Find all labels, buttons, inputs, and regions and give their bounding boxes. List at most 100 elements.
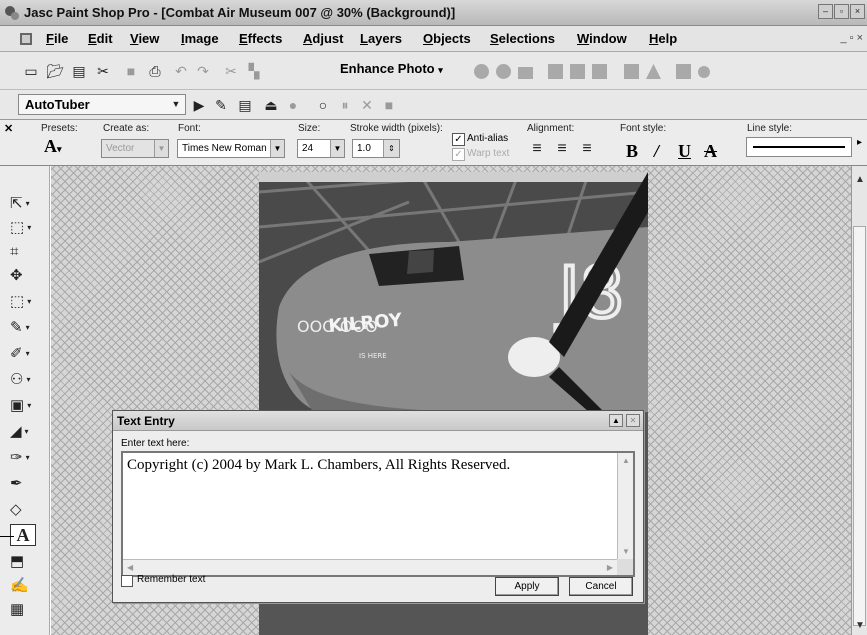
eraser-tool[interactable]: ✒ <box>10 472 40 494</box>
chevron-down-icon: ▼ <box>171 99 181 109</box>
stroke-width-field[interactable]: 1.0 ⇕ <box>352 139 400 158</box>
menu-image[interactable]: Image <box>181 31 219 46</box>
fade-icon[interactable] <box>646 64 661 79</box>
color-balance-icon[interactable] <box>496 64 511 79</box>
text-horizontal-scrollbar[interactable]: ◀ ▶ <box>123 559 617 575</box>
align-left-icon[interactable]: ≡ <box>528 140 546 158</box>
one-step-fix-icon[interactable] <box>474 64 489 79</box>
minimize-button[interactable]: – <box>818 4 833 19</box>
create-as-select[interactable]: Vector ▼ <box>101 139 169 158</box>
pause-icon[interactable]: ⏸ <box>336 96 354 114</box>
clarify-icon[interactable] <box>592 64 607 79</box>
size-select[interactable]: 24 ▼ <box>297 139 345 158</box>
text-entry-field[interactable]: Copyright (c) 2004 by Mark L. Chambers, … <box>121 451 635 577</box>
clone-tool[interactable]: ⚇ ▾ <box>10 368 40 390</box>
text-vertical-scrollbar[interactable]: ▲ ▼ <box>617 453 633 559</box>
scroll-left-icon[interactable]: ◀ <box>127 563 133 572</box>
menu-edit[interactable]: Edit <box>88 31 113 46</box>
edit-script-icon[interactable]: ✎ <box>212 96 230 114</box>
apply-button[interactable]: Apply <box>495 577 559 596</box>
move-tool[interactable]: ✥ <box>10 264 40 286</box>
dialog-minimize-button[interactable]: ▲ <box>609 414 623 427</box>
crop-tool[interactable]: ⌗ <box>10 240 40 262</box>
text-tool[interactable]: A <box>10 524 36 546</box>
menu-adjust[interactable]: Adjust <box>303 31 343 46</box>
marquee-tool[interactable]: ⬚ ▾ <box>10 290 40 312</box>
red-eye-icon[interactable] <box>698 66 710 78</box>
smudge-tool[interactable]: ✑ ▾ <box>10 446 40 468</box>
script-select[interactable]: AutoTuber ▼ <box>18 94 186 115</box>
selection-tool[interactable]: ⬚ ▾ <box>10 216 40 238</box>
copy-icon[interactable]: ▚ <box>245 62 263 80</box>
picture-tube-tool[interactable]: ▦ <box>10 598 40 620</box>
line-style-select[interactable] <box>746 137 852 157</box>
align-right-icon[interactable]: ≡ <box>578 140 596 158</box>
document-window-controls[interactable]: _ ▫ × <box>840 32 863 44</box>
enhance-photo-menu[interactable]: Enhance Photo ▾ <box>340 61 443 76</box>
contrast-icon[interactable] <box>518 67 533 79</box>
record-icon[interactable]: ● <box>284 96 302 114</box>
scroll-down-icon[interactable]: ▼ <box>855 620 865 631</box>
replacer-tool[interactable]: ▣ ▾ <box>10 394 40 416</box>
new-icon[interactable]: ▭ <box>22 62 40 80</box>
saturation-icon[interactable] <box>570 64 585 79</box>
chevron-right-icon[interactable]: ▸ <box>857 137 862 148</box>
shape-tool[interactable]: ⬒ <box>10 550 40 572</box>
cut-icon[interactable]: ✂ <box>222 62 240 80</box>
artifact-icon[interactable] <box>676 64 691 79</box>
maximize-button[interactable]: ▫ <box>834 4 849 19</box>
remember-text-checkbox[interactable] <box>121 575 133 587</box>
scrollbar-thumb[interactable] <box>853 226 866 626</box>
align-center-icon[interactable]: ≡ <box>553 140 571 158</box>
dodge-tool[interactable]: ◢ ▾ <box>10 420 40 442</box>
pen-tool[interactable]: ✍ <box>10 574 40 596</box>
dialog-close-button[interactable]: ✕ <box>626 414 640 427</box>
script-toggle-icon[interactable]: ▤ <box>236 96 254 114</box>
pick-tool[interactable]: ⇱ ▾ <box>10 192 40 214</box>
document-icon[interactable] <box>18 31 34 47</box>
strikethrough-button[interactable]: A <box>704 141 717 162</box>
menu-file[interactable]: File <box>46 31 68 46</box>
run-script-icon[interactable]: ▶ <box>190 96 208 114</box>
menu-objects[interactable]: Objects <box>423 31 471 46</box>
cancel-recording-icon[interactable]: ✕ <box>358 96 376 114</box>
font-select[interactable]: Times New Roman ▼ <box>177 139 285 158</box>
open-icon[interactable]: 📂︎ <box>46 62 64 80</box>
scroll-right-icon[interactable]: ▶ <box>607 563 613 572</box>
presets-button[interactable]: A▾ <box>44 136 62 157</box>
stop-icon[interactable]: ■ <box>380 96 398 114</box>
noise-icon[interactable] <box>624 64 639 79</box>
redo-icon[interactable]: ↷ <box>194 62 212 80</box>
warp-text-checkbox[interactable]: ✓ <box>452 148 465 161</box>
cancel-button[interactable]: Cancel <box>569 577 633 596</box>
menu-view[interactable]: View <box>130 31 159 46</box>
scroll-up-icon[interactable]: ▲ <box>855 174 865 185</box>
text-entry-dialog: Text Entry ▲ ✕ Enter text here: Copyrigh… <box>112 410 644 603</box>
scan-icon[interactable]: ✂ <box>94 62 112 80</box>
anti-alias-checkbox[interactable]: ✓ <box>452 133 465 146</box>
menu-window[interactable]: Window <box>577 31 627 46</box>
undo-icon[interactable]: ↶ <box>172 62 190 80</box>
scroll-down-icon[interactable]: ▼ <box>622 547 630 556</box>
print-icon[interactable]: ⎙ <box>146 62 164 80</box>
start-recording-icon[interactable]: ○ <box>314 96 332 114</box>
close-icon[interactable]: ✕ <box>4 122 13 135</box>
canvas-vertical-scrollbar[interactable]: ▲ ▼ <box>851 166 867 635</box>
paintbrush-tool[interactable]: ✎ ▾ <box>10 316 40 338</box>
run-selected-icon[interactable]: ⏏ <box>262 96 280 114</box>
menu-selections[interactable]: Selections <box>490 31 555 46</box>
menu-effects[interactable]: Effects <box>239 31 282 46</box>
save-icon[interactable]: ■ <box>122 62 140 80</box>
scroll-up-icon[interactable]: ▲ <box>622 456 630 465</box>
sharpen-icon[interactable] <box>548 64 563 79</box>
airbrush-tool[interactable]: ✐ ▾ <box>10 342 40 364</box>
fill-tool[interactable]: ◇ <box>10 498 40 520</box>
italic-button[interactable]: / <box>654 141 659 162</box>
browse-icon[interactable]: ▤ <box>70 62 88 80</box>
menu-help[interactable]: Help <box>649 31 677 46</box>
text-tool-icon: A <box>16 524 30 545</box>
bold-button[interactable]: B <box>626 141 638 162</box>
menu-layers[interactable]: Layers <box>360 31 402 46</box>
close-button[interactable]: × <box>850 4 865 19</box>
underline-button[interactable]: U <box>678 141 691 162</box>
